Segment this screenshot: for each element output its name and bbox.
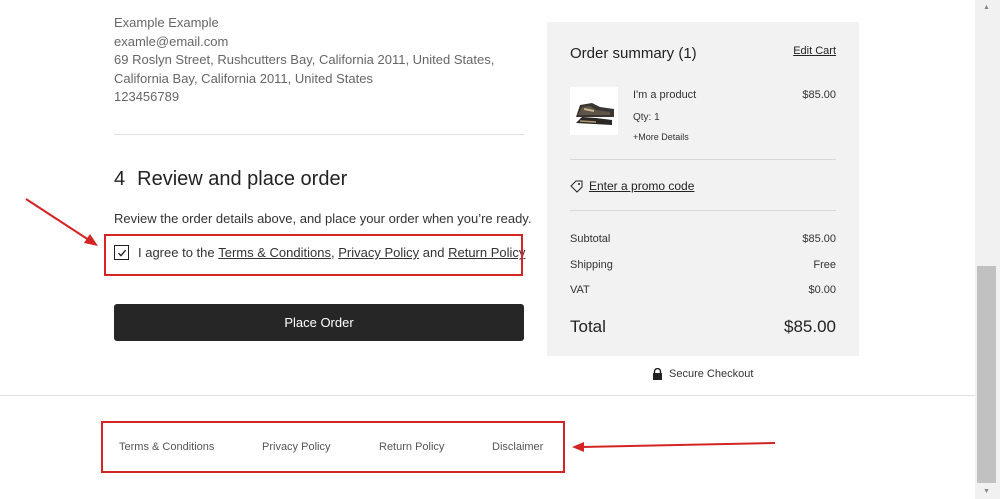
vertical-scrollbar[interactable]: ▲ ▼ — [975, 0, 1000, 499]
scroll-up-arrow-icon[interactable]: ▲ — [983, 4, 990, 11]
scroll-down-arrow-icon[interactable]: ▼ — [983, 488, 990, 495]
scrollbar-thumb[interactable] — [977, 266, 996, 483]
arrow-to-footer — [572, 442, 776, 452]
arrow-to-agree — [25, 198, 98, 246]
annotation-arrows — [25, 198, 776, 452]
